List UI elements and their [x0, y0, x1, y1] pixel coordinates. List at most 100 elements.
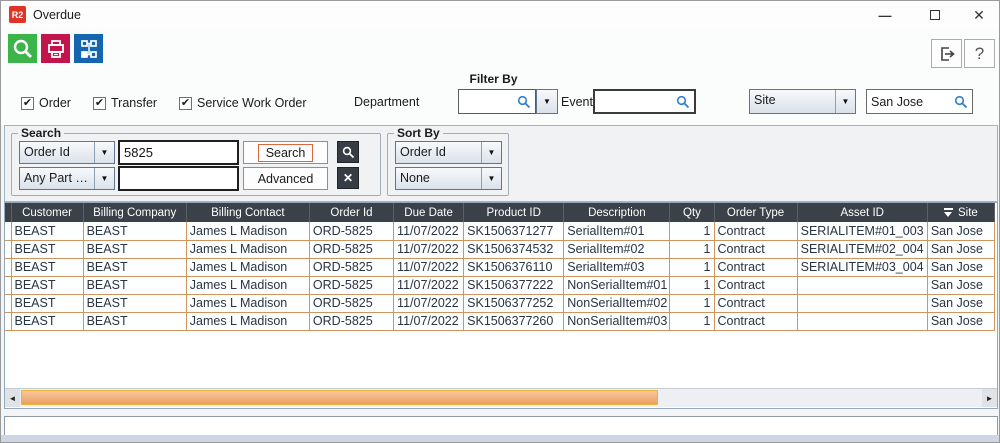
cell-site[interactable]: San Jose — [927, 294, 994, 312]
close-button[interactable]: ✕ — [963, 3, 995, 27]
search-query2-input[interactable] — [118, 166, 239, 191]
minimize-button[interactable]: — — [869, 3, 901, 27]
order-checkbox[interactable]: ✔ Order — [21, 96, 71, 110]
workflow-toolbar-button[interactable] — [74, 34, 103, 63]
search-match-dropdown[interactable]: Any Part of ... ▼ — [19, 167, 115, 190]
table-row[interactable]: BEASTBEASTJames L MadisonORD-582511/07/2… — [5, 240, 995, 258]
sort-secondary-dropdown[interactable]: None ▼ — [395, 167, 502, 190]
cell-asset-id[interactable] — [797, 312, 927, 330]
table-row[interactable]: BEASTBEASTJames L MadisonORD-582511/07/2… — [5, 276, 995, 294]
cell-customer[interactable]: BEAST — [11, 312, 83, 330]
cell-billing-contact[interactable]: James L Madison — [186, 312, 309, 330]
cell-product-id[interactable]: SK1506371277 — [464, 222, 564, 240]
cell-billing-contact[interactable]: James L Madison — [186, 294, 309, 312]
department-dropdown-button[interactable]: ▼ — [536, 89, 558, 114]
site-dropdown[interactable]: Site ▼ — [749, 89, 856, 114]
cell-billing-company[interactable]: BEAST — [83, 240, 186, 258]
scroll-left-icon[interactable]: ◄ — [5, 389, 20, 407]
cell-site[interactable]: San Jose — [927, 276, 994, 294]
cell-product-id[interactable]: SK1506377260 — [464, 312, 564, 330]
exit-button[interactable] — [931, 39, 962, 68]
cell-order-type[interactable]: Contract — [714, 240, 797, 258]
cell-due-date[interactable]: 11/07/2022 — [394, 240, 464, 258]
cell-order-type[interactable]: Contract — [714, 312, 797, 330]
cell-order-id[interactable]: ORD-5825 — [309, 258, 393, 276]
horizontal-scrollbar[interactable]: ◄ ► — [5, 388, 997, 407]
scroll-right-icon[interactable]: ► — [982, 389, 997, 407]
cell-order-type[interactable]: Contract — [714, 294, 797, 312]
cell-order-id[interactable]: ORD-5825 — [309, 312, 393, 330]
cell-order-type[interactable]: Contract — [714, 276, 797, 294]
cell-product-id[interactable]: SK1506377222 — [464, 276, 564, 294]
search-toolbar-button[interactable] — [8, 34, 37, 63]
cell-description[interactable]: SerialItem#03 — [564, 258, 670, 276]
search-icon[interactable] — [954, 95, 968, 109]
cell-billing-contact[interactable]: James L Madison — [186, 276, 309, 294]
cell-due-date[interactable]: 11/07/2022 — [394, 294, 464, 312]
cell-customer[interactable]: BEAST — [11, 276, 83, 294]
table-row[interactable]: BEASTBEASTJames L MadisonORD-582511/07/2… — [5, 312, 995, 330]
search-field-dropdown[interactable]: Order Id ▼ — [19, 141, 115, 164]
cell-billing-company[interactable]: BEAST — [83, 258, 186, 276]
event-input[interactable] — [593, 89, 696, 114]
cell-customer[interactable]: BEAST — [11, 240, 83, 258]
column-header-product-id[interactable]: Product ID — [464, 203, 564, 222]
cell-qty[interactable]: 1 — [670, 222, 714, 240]
cell-site[interactable]: San Jose — [927, 258, 994, 276]
cell-customer[interactable]: BEAST — [11, 222, 83, 240]
column-header-due-date[interactable]: Due Date — [394, 203, 464, 222]
cell-description[interactable]: NonSerialItem#01 — [564, 276, 670, 294]
search-button[interactable]: Search — [243, 141, 328, 164]
column-header-billing-company[interactable]: Billing Company — [83, 203, 186, 222]
column-header-customer[interactable]: Customer — [11, 203, 83, 222]
table-row[interactable]: BEASTBEASTJames L MadisonORD-582511/07/2… — [5, 258, 995, 276]
cell-billing-company[interactable]: BEAST — [83, 312, 186, 330]
cell-qty[interactable]: 1 — [670, 258, 714, 276]
cell-customer[interactable]: BEAST — [11, 294, 83, 312]
cell-asset-id[interactable] — [797, 276, 927, 294]
cell-product-id[interactable]: SK1506374532 — [464, 240, 564, 258]
cell-billing-company[interactable]: BEAST — [83, 294, 186, 312]
service-work-order-checkbox[interactable]: ✔ Service Work Order — [179, 96, 307, 110]
table-row[interactable]: BEASTBEASTJames L MadisonORD-582511/07/2… — [5, 294, 995, 312]
cell-billing-contact[interactable]: James L Madison — [186, 240, 309, 258]
cell-description[interactable]: SerialItem#02 — [564, 240, 670, 258]
cell-due-date[interactable]: 11/07/2022 — [394, 258, 464, 276]
cell-asset-id[interactable]: SERIALITEM#02_004 — [797, 240, 927, 258]
cell-product-id[interactable]: SK1506376110 — [464, 258, 564, 276]
column-header-asset-id[interactable]: Asset ID — [797, 203, 927, 222]
cell-customer[interactable]: BEAST — [11, 258, 83, 276]
cell-site[interactable]: San Jose — [927, 222, 994, 240]
cell-order-id[interactable]: ORD-5825 — [309, 294, 393, 312]
clear-search-button[interactable]: ✕ — [337, 167, 359, 189]
cell-asset-id[interactable] — [797, 294, 927, 312]
cell-order-id[interactable]: ORD-5825 — [309, 222, 393, 240]
cell-due-date[interactable]: 11/07/2022 — [394, 312, 464, 330]
scrollbar-track[interactable] — [20, 389, 982, 407]
print-toolbar-button[interactable] — [41, 34, 70, 63]
cell-order-type[interactable]: Contract — [714, 222, 797, 240]
cell-order-id[interactable]: ORD-5825 — [309, 276, 393, 294]
cell-product-id[interactable]: SK1506377252 — [464, 294, 564, 312]
column-header-qty[interactable]: Qty — [670, 203, 714, 222]
cell-due-date[interactable]: 11/07/2022 — [394, 276, 464, 294]
cell-qty[interactable]: 1 — [670, 276, 714, 294]
cell-qty[interactable]: 1 — [670, 240, 714, 258]
cell-site[interactable]: San Jose — [927, 312, 994, 330]
sort-primary-dropdown[interactable]: Order Id ▼ — [395, 141, 502, 164]
maximize-button[interactable] — [919, 3, 951, 27]
cell-asset-id[interactable]: SERIALITEM#03_004 — [797, 258, 927, 276]
column-header-description[interactable]: Description — [564, 203, 670, 222]
column-header-order-id[interactable]: Order Id — [309, 203, 393, 222]
advanced-button[interactable]: Advanced — [243, 167, 328, 190]
cell-qty[interactable]: 1 — [670, 312, 714, 330]
cell-due-date[interactable]: 11/07/2022 — [394, 222, 464, 240]
department-input[interactable] — [458, 89, 536, 114]
column-header-site[interactable]: Site — [927, 203, 994, 222]
site-search-input[interactable]: San Jose — [866, 89, 973, 114]
cell-order-id[interactable]: ORD-5825 — [309, 240, 393, 258]
cell-billing-company[interactable]: BEAST — [83, 222, 186, 240]
search-icon[interactable] — [676, 95, 690, 109]
cell-billing-contact[interactable]: James L Madison — [186, 258, 309, 276]
cell-billing-company[interactable]: BEAST — [83, 276, 186, 294]
